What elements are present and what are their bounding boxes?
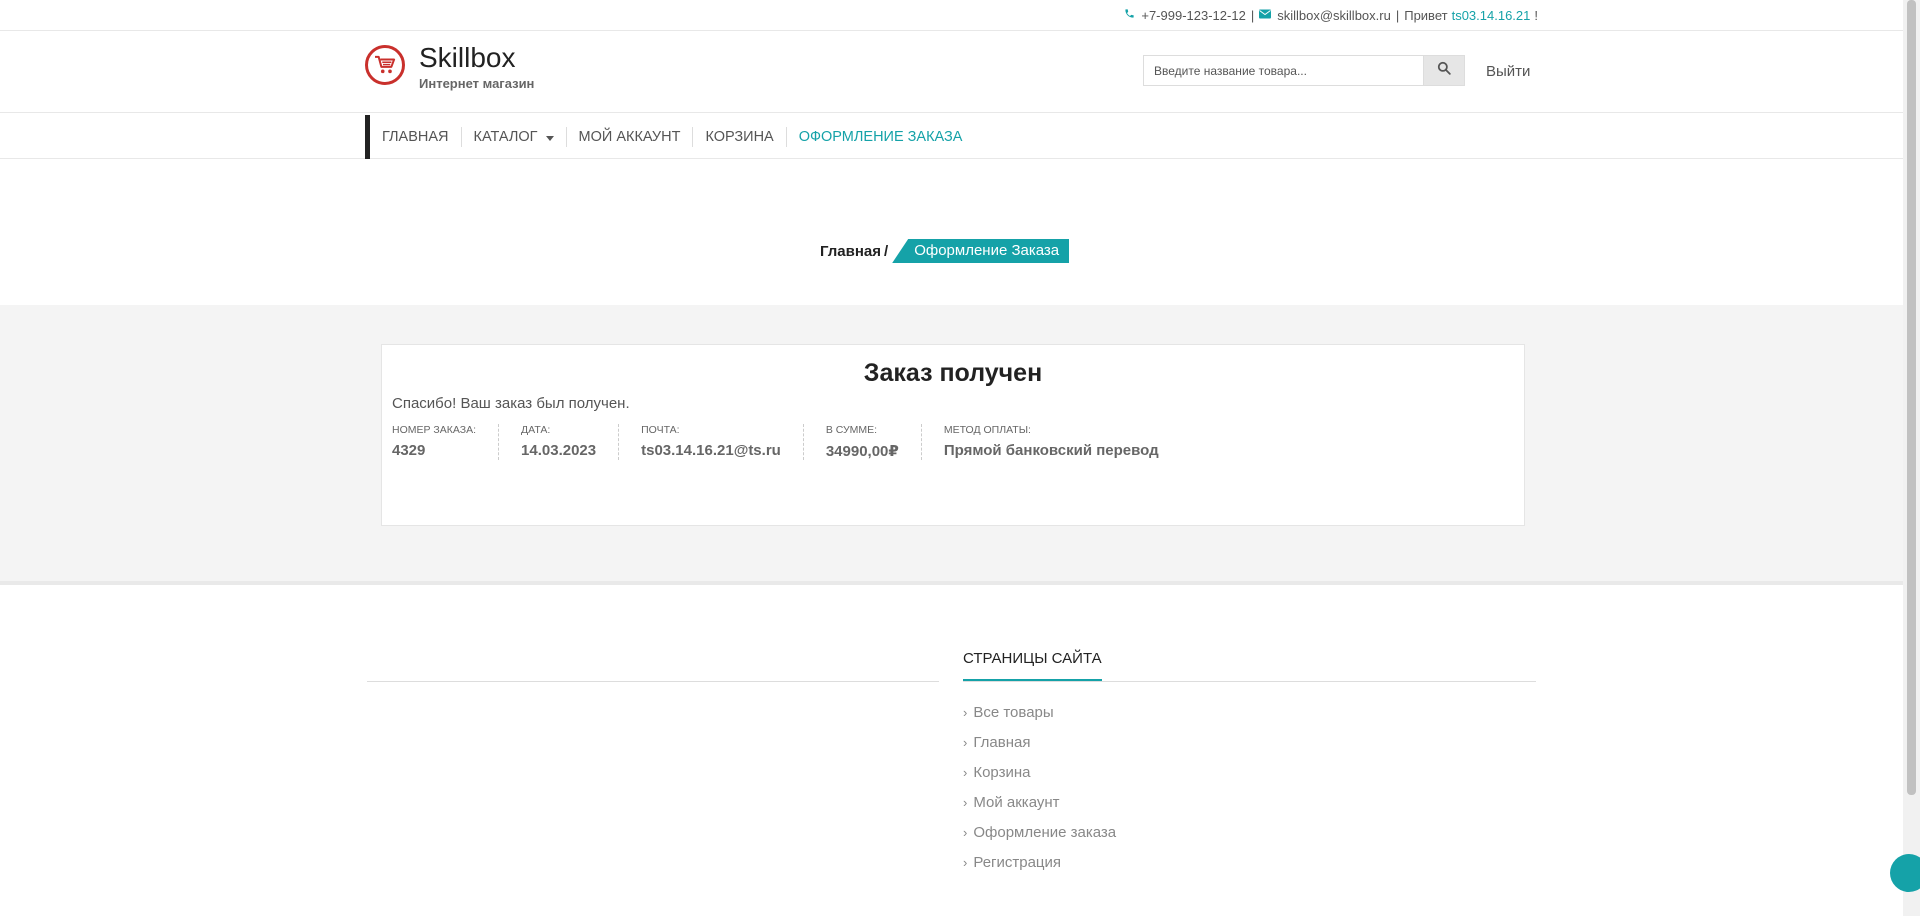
greeting-exclamation: ! <box>1534 7 1538 23</box>
nav-item-label: ОФОРМЛЕНИЕ ЗАКАЗА <box>798 129 963 145</box>
greeting-text: Привет <box>1404 7 1448 23</box>
footer-link-checkout[interactable]: › Оформление заказа <box>963 825 1536 855</box>
detail-value: Прямой банковский перевод <box>943 442 1159 459</box>
username-link[interactable]: ts03.14.16.21 <box>1452 8 1531 23</box>
order-card: Заказ получен Спасибо! Ваш заказ был пол… <box>381 344 1525 526</box>
separator: | <box>1250 7 1255 23</box>
detail-label: ДАТА: <box>521 424 551 436</box>
search-input[interactable] <box>1143 55 1423 86</box>
chevron-right-icon: › <box>963 825 968 840</box>
detail-label: ПОЧТА: <box>641 424 680 436</box>
footer-link-label: Регистрация <box>973 854 1062 871</box>
logout-link[interactable]: Выйти <box>1486 63 1530 80</box>
order-total: В СУММЕ: 34990,00₽ <box>826 424 922 460</box>
footer-link-cart[interactable]: › Корзина <box>963 765 1536 795</box>
order-details: НОМЕР ЗАКАЗА: 4329 ДАТА: 14.03.2023 ПОЧТ… <box>392 424 1203 460</box>
footer-link-label: Оформление заказа <box>973 824 1117 841</box>
search-button[interactable] <box>1423 55 1465 86</box>
logo-title: Skillbox <box>419 42 516 73</box>
footer-pages-column: СТРАНИЦЫ САЙТА › Все товары › Главная › Кор… <box>963 648 1536 885</box>
nav-item-label: КАТАЛОГ <box>473 129 538 145</box>
detail-value: ts03.14.16.21@ts.ru <box>641 442 781 459</box>
detail-label: МЕТОД ОПЛАТЫ: <box>943 424 1031 436</box>
detail-value: 14.03.2023 <box>521 442 597 459</box>
nav-item-label: МОЙ АККАУНТ <box>578 129 681 145</box>
search-icon <box>1437 61 1451 80</box>
top-bar: +7-999-123-12-12 | skillbox@skillbox.ru … <box>0 0 1920 31</box>
order-email: ПОЧТА: ts03.14.16.21@ts.ru <box>641 424 804 460</box>
phone-icon <box>1124 8 1135 22</box>
page-scrollbar[interactable] <box>1903 0 1920 916</box>
nav-item-account[interactable]: МОЙ АККАУНТ <box>567 127 694 147</box>
logo[interactable]: Skillbox Интернет магазин <box>365 43 534 91</box>
nav-item-cart[interactable]: КОРЗИНА <box>693 127 787 147</box>
logo-subtitle: Интернет магазин <box>419 76 535 91</box>
chevron-right-icon: › <box>963 795 968 810</box>
footer-link-account[interactable]: › Мой аккаунт <box>963 795 1536 825</box>
main-nav: ГЛАВНАЯ КАТАЛОГ МОЙ АККАУНТ КОРЗИНА ОФОР… <box>0 113 1920 159</box>
footer-links: › Все товары › Главная › Корзина › Мой аккау… <box>963 705 1536 885</box>
footer-column-left <box>367 681 939 682</box>
scrollbar-thumb[interactable] <box>1907 0 1916 795</box>
breadcrumb-area: Главная / Оформление Заказа <box>0 159 1920 305</box>
order-date: ДАТА: 14.03.2023 <box>521 424 620 460</box>
breadcrumb-home[interactable]: Главная <box>820 243 881 260</box>
envelope-icon <box>1259 8 1272 22</box>
site-footer: СТРАНИЦЫ САЙТА › Все товары › Главная › Кор… <box>0 585 1920 920</box>
chevron-right-icon: › <box>963 705 968 720</box>
phone-number[interactable]: +7-999-123-12-12 <box>1141 8 1245 23</box>
site-header: Skillbox Интернет магазин Выйти <box>0 31 1920 113</box>
separator: | <box>1395 7 1400 23</box>
chevron-right-icon: › <box>963 765 968 780</box>
footer-pages-title: СТРАНИЦЫ САЙТА <box>963 648 1102 681</box>
nav-item-label: КОРЗИНА <box>705 129 774 145</box>
logo-text: Skillbox Интернет магазин <box>419 42 535 92</box>
order-section: Заказ получен Спасибо! Ваш заказ был пол… <box>0 305 1920 585</box>
search-form <box>1143 55 1465 86</box>
order-title: Заказ получен <box>863 359 1043 387</box>
footer-title-wrap: СТРАНИЦЫ САЙТА <box>963 648 1536 682</box>
footer-link-label: Мой аккаунт <box>973 794 1060 811</box>
footer-link-label: Все товары <box>973 704 1054 721</box>
nav-item-label: ГЛАВНАЯ <box>382 129 449 145</box>
detail-value: 34990,00₽ <box>825 443 899 460</box>
order-thanks: Спасибо! Ваш заказ был получен. <box>392 395 630 412</box>
footer-link-label: Главная <box>973 734 1031 751</box>
chat-widget-button[interactable] <box>1890 854 1920 892</box>
breadcrumb-current: Оформление Заказа <box>892 239 1070 263</box>
breadcrumb-separator: / <box>884 242 889 260</box>
detail-label: В СУММЕ: <box>825 424 878 436</box>
order-number: НОМЕР ЗАКАЗА: 4329 <box>392 424 500 460</box>
footer-link-label: Корзина <box>973 764 1031 781</box>
nav-item-home[interactable]: ГЛАВНАЯ <box>370 127 462 147</box>
chevron-right-icon: › <box>963 855 968 870</box>
cart-icon <box>365 45 405 85</box>
nav-menu: ГЛАВНАЯ КАТАЛОГ МОЙ АККАУНТ КОРЗИНА ОФОР… <box>365 115 974 159</box>
detail-value: 4329 <box>392 442 426 459</box>
email-address[interactable]: skillbox@skillbox.ru <box>1277 8 1391 23</box>
detail-label: НОМЕР ЗАКАЗА: <box>392 424 477 436</box>
footer-link-home[interactable]: › Главная <box>963 735 1536 765</box>
footer-link-all-products[interactable]: › Все товары <box>963 705 1536 735</box>
order-payment-method: МЕТОД ОПЛАТЫ: Прямой банковский перевод <box>944 424 1181 460</box>
nav-item-checkout[interactable]: ОФОРМЛЕНИЕ ЗАКАЗА <box>787 127 975 147</box>
caret-down-icon <box>545 136 554 141</box>
breadcrumb: Главная / Оформление Заказа <box>820 239 1070 263</box>
nav-item-catalog[interactable]: КАТАЛОГ <box>462 127 567 147</box>
footer-link-register[interactable]: › Регистрация <box>963 855 1536 885</box>
chevron-right-icon: › <box>963 735 968 750</box>
